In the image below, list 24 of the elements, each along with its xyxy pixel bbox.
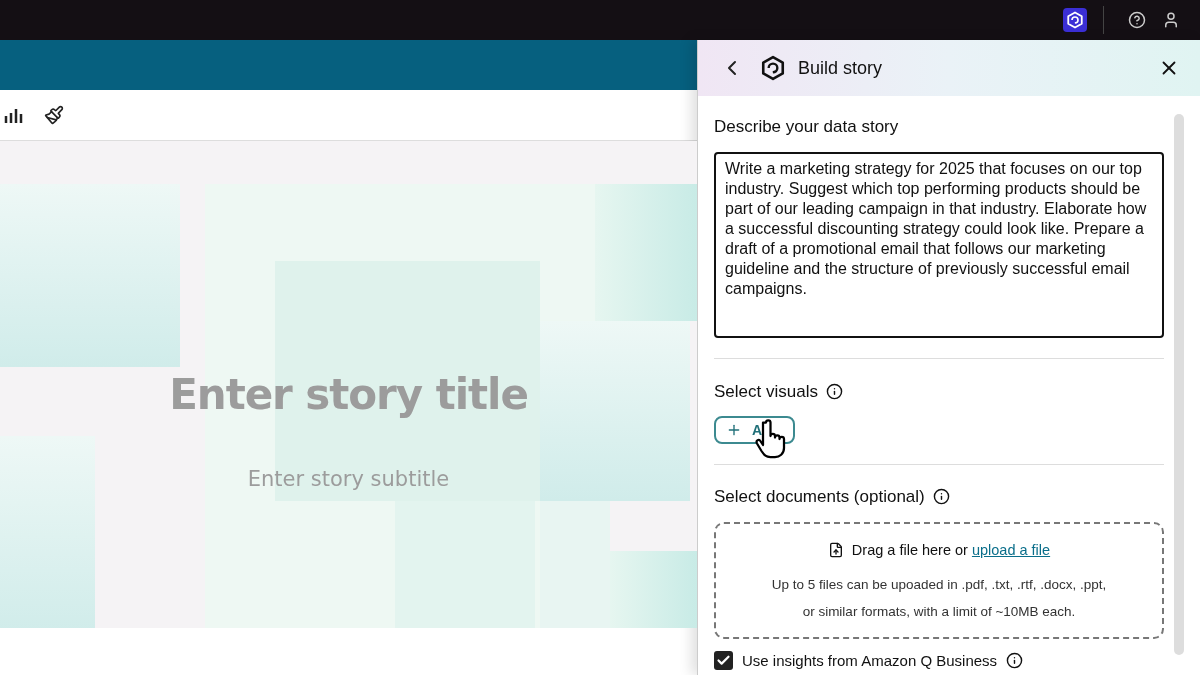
scrollbar[interactable]	[1174, 114, 1184, 655]
brush-icon[interactable]	[44, 105, 64, 125]
insights-label: Use insights from Amazon Q Business	[742, 650, 998, 671]
plus-icon	[726, 422, 742, 438]
insights-checkbox[interactable]	[714, 651, 733, 671]
documents-label: Select documents (optional)	[714, 486, 925, 508]
file-limit-note: or similar formats, with a limit of ~10MB each.	[802, 602, 1076, 621]
file-upload-icon	[827, 542, 844, 559]
logo-icon	[1066, 11, 1084, 29]
file-drop-zone[interactable]: Drag a file here or upload a file Up to 5 files can be upoaded in .pdf, .txt, .rtf, .docx, .ppt, or similar formats, with a limit of ~10MB each.	[714, 521, 1164, 639]
app-icon[interactable]	[1063, 8, 1087, 32]
logo-icon	[760, 55, 786, 81]
upload-link[interactable]: upload a file	[971, 539, 1051, 562]
story-description-field[interactable]: Write a marketing strategy for 2025 that focuses on our top industry. Suggest which top performing products should be part of our leading campaign in that industry. Elaborate how a successful discounting strategy could look like. Prepare a draft of a promotional email that follows our marketing guideline and the structure of previously successful email campaigns.	[714, 151, 1164, 338]
panel-title: Build story	[798, 56, 883, 80]
info-icon[interactable]	[1006, 652, 1024, 670]
describe-label: Describe your data story	[714, 116, 900, 138]
file-limit-note: Up to 5 files can be upoaded in .pdf, .txt, .rtf, .docx, .ppt,	[771, 576, 1107, 595]
user-icon[interactable]	[1162, 11, 1180, 29]
visuals-label: Select visuals	[714, 380, 818, 403]
info-icon[interactable]	[932, 488, 950, 506]
info-icon[interactable]	[825, 382, 843, 400]
help-icon[interactable]	[1128, 11, 1146, 29]
drop-text: Drag a file here or	[851, 540, 968, 560]
